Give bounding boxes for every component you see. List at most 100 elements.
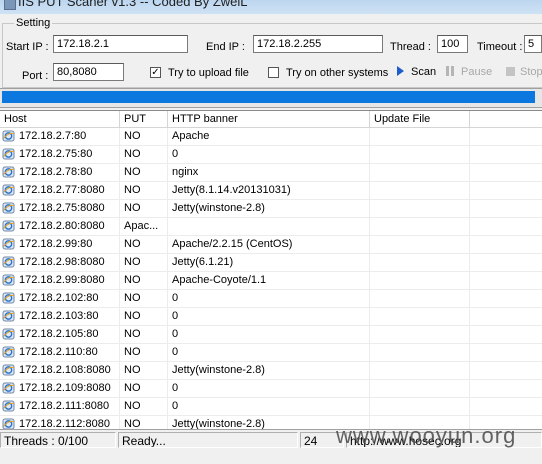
cell-host: 172.18.2.7:80: [0, 128, 120, 145]
results-list[interactable]: Host PUT HTTP banner Update File 172.18.…: [0, 110, 542, 430]
end-ip-input[interactable]: [253, 35, 383, 53]
ie-globe-icon: [2, 274, 15, 286]
ie-globe-icon: [2, 202, 15, 214]
status-threads: Threads : 0/100: [0, 432, 116, 448]
ie-globe-icon: [2, 130, 15, 142]
cell-host: 172.18.2.80:8080: [0, 218, 120, 235]
host-text: 172.18.2.102:80: [19, 292, 99, 304]
host-text: 172.18.2.78:80: [19, 166, 93, 178]
stop-icon: [506, 67, 515, 76]
cell-http-banner: Jetty(winstone-2.8): [168, 362, 370, 379]
table-row[interactable]: 172.18.2.77:8080 NO Jetty(8.1.14.v20131031…: [0, 182, 542, 200]
port-input[interactable]: [53, 63, 124, 81]
pause-icon: [446, 66, 455, 76]
window-bottom-edge: [0, 449, 542, 464]
port-label: Port :: [22, 70, 49, 82]
cell-http-banner: Apache-Coyote/1.1: [168, 272, 370, 289]
host-text: 172.18.2.111:8080: [19, 400, 110, 412]
table-row[interactable]: 172.18.2.75:80 NO 0: [0, 146, 542, 164]
column-update-file[interactable]: Update File: [370, 111, 470, 127]
cell-update-file: [370, 272, 470, 289]
upload-file-checkbox[interactable]: ✓: [150, 67, 161, 78]
cell-http-banner: Jetty(6.1.21): [168, 254, 370, 271]
cell-update-file: [370, 290, 470, 307]
cell-host: 172.18.2.99:80: [0, 236, 120, 253]
stop-button[interactable]: Stop: [520, 66, 542, 78]
scan-button[interactable]: Scan: [411, 66, 436, 78]
cell-http-banner: 0: [168, 146, 370, 163]
cell-update-file: [370, 200, 470, 217]
host-text: 172.18.2.98:8080: [19, 256, 105, 268]
cell-http-banner: 0: [168, 290, 370, 307]
cell-update-file: [370, 326, 470, 343]
cell-update-file: [370, 218, 470, 235]
cell-put: NO: [120, 182, 168, 199]
table-row[interactable]: 172.18.2.111:8080 NO 0: [0, 398, 542, 416]
table-row[interactable]: 172.18.2.98:8080 NO Jetty(6.1.21): [0, 254, 542, 272]
table-row[interactable]: 172.18.2.109:8080 NO 0: [0, 380, 542, 398]
cell-host: 172.18.2.102:80: [0, 290, 120, 307]
list-body: 172.18.2.7:80 NO Apache 172.18.2.75:80 NO 0 17…: [0, 128, 542, 430]
upload-file-label[interactable]: Try to upload file: [168, 67, 249, 79]
play-icon[interactable]: [397, 66, 404, 76]
table-row[interactable]: 172.18.2.75:8080 NO Jetty(winstone-2.8): [0, 200, 542, 218]
cell-host: 172.18.2.78:80: [0, 164, 120, 181]
column-http-banner[interactable]: HTTP banner: [168, 111, 370, 127]
cell-update-file: [370, 164, 470, 181]
host-text: 172.18.2.99:80: [19, 238, 93, 250]
progress-fill: [2, 91, 535, 103]
other-systems-checkbox[interactable]: [268, 67, 279, 78]
table-row[interactable]: 172.18.2.99:8080 NO Apache-Coyote/1.1: [0, 272, 542, 290]
start-ip-input[interactable]: [53, 35, 188, 53]
title-bar: IIS PUT Scaner v1.3 -- Coded By ZwelL: [0, 0, 542, 14]
cell-host: 172.18.2.108:8080: [0, 362, 120, 379]
cell-host: 172.18.2.98:8080: [0, 254, 120, 271]
ie-globe-icon: [2, 310, 15, 322]
table-row[interactable]: 172.18.2.78:80 NO nginx: [0, 164, 542, 182]
cell-update-file: [370, 236, 470, 253]
host-text: 172.18.2.75:80: [19, 148, 93, 160]
cell-http-banner: 0: [168, 398, 370, 415]
ie-globe-icon: [2, 184, 15, 196]
cell-http-banner: 0: [168, 380, 370, 397]
ie-globe-icon: [2, 364, 15, 376]
host-text: 172.18.2.103:80: [19, 310, 99, 322]
cell-host: 172.18.2.110:80: [0, 344, 120, 361]
table-row[interactable]: 172.18.2.110:80 NO 0: [0, 344, 542, 362]
start-ip-label: Start IP :: [6, 41, 49, 53]
pause-button[interactable]: Pause: [461, 66, 492, 78]
table-row[interactable]: 172.18.2.103:80 NO 0: [0, 308, 542, 326]
ie-globe-icon: [2, 238, 15, 250]
host-text: 172.18.2.7:80: [19, 130, 87, 142]
table-row[interactable]: 172.18.2.102:80 NO 0: [0, 290, 542, 308]
cell-http-banner: Jetty(8.1.14.v20131031): [168, 182, 370, 199]
cell-put: Apac...: [120, 218, 168, 235]
cell-put: NO: [120, 290, 168, 307]
table-row[interactable]: 172.18.2.7:80 NO Apache: [0, 128, 542, 146]
cell-http-banner: nginx: [168, 164, 370, 181]
cell-http-banner: [168, 218, 370, 235]
cell-host: 172.18.2.75:8080: [0, 200, 120, 217]
column-put[interactable]: PUT: [120, 111, 168, 127]
cell-http-banner: Apache/2.2.15 (CentOS): [168, 236, 370, 253]
cell-put: NO: [120, 362, 168, 379]
cell-host: 172.18.2.105:80: [0, 326, 120, 343]
table-row[interactable]: 172.18.2.80:8080 Apac...: [0, 218, 542, 236]
table-row[interactable]: 172.18.2.108:8080 NO Jetty(winstone-2.8): [0, 362, 542, 380]
table-row[interactable]: 172.18.2.105:80 NO 0: [0, 326, 542, 344]
cell-host: 172.18.2.77:8080: [0, 182, 120, 199]
table-row[interactable]: 172.18.2.99:80 NO Apache/2.2.15 (CentOS): [0, 236, 542, 254]
thread-input[interactable]: [437, 35, 468, 53]
cell-update-file: [370, 128, 470, 145]
cell-update-file: [370, 380, 470, 397]
timeout-input[interactable]: [524, 35, 542, 53]
host-text: 172.18.2.80:8080: [19, 220, 105, 232]
cell-host: 172.18.2.111:8080: [0, 398, 120, 415]
settings-group-label: Setting: [14, 17, 53, 29]
other-systems-label[interactable]: Try on other systems: [286, 67, 388, 79]
cell-update-file: [370, 182, 470, 199]
thread-label: Thread :: [390, 41, 431, 53]
cell-put: NO: [120, 308, 168, 325]
column-host[interactable]: Host: [0, 111, 120, 127]
cell-update-file: [370, 146, 470, 163]
